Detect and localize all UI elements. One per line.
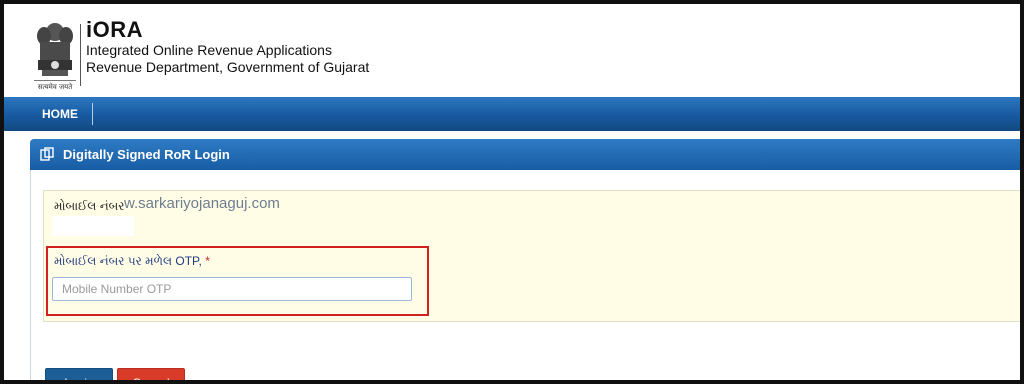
login-form: મોબાઈલ નંબર w.sarkariyojanaguj.com મોબાઈ… (43, 190, 1020, 322)
panel-body: મોબાઈલ નંબર w.sarkariyojanaguj.com મોબાઈ… (30, 170, 1020, 380)
emblem-caption: सत्यमेव जयते (38, 82, 73, 91)
panel-title: Digitally Signed RoR Login (63, 147, 230, 162)
otp-label: મોબાઈલ નંબર પર મળેલ OTP, * (54, 254, 210, 268)
otp-input[interactable] (52, 277, 412, 301)
mobile-number-value (52, 216, 134, 236)
panel-header: Digitally Signed RoR Login (30, 139, 1020, 170)
otp-field-group: મોબાઈલ નંબર પર મળેલ OTP, * (46, 246, 429, 316)
nav-item-home[interactable]: HOME (32, 97, 88, 131)
main-navbar: HOME (4, 97, 1020, 131)
site-header: सत्यमेव जयते iORA Integrated Online Reve… (4, 4, 1020, 96)
otp-label-text: મોબાઈલ નંબર પર મળેલ OTP (54, 254, 199, 268)
nav-separator (92, 103, 93, 125)
login-panel: Digitally Signed RoR Login મોબાઈલ નંબર w… (30, 139, 1020, 380)
state-emblem-icon: सत्यमेव जयते (30, 18, 80, 92)
page-frame: सत्यमेव जयते iORA Integrated Online Reve… (0, 0, 1024, 384)
app-subtitle-2: Revenue Department, Government of Gujara… (86, 59, 370, 75)
copy-icon (40, 147, 54, 161)
brand-block: iORA Integrated Online Revenue Applicati… (86, 18, 369, 76)
mobile-number-label: મોબાઈલ નંબર (54, 199, 125, 213)
header-divider (80, 24, 81, 86)
cancel-button[interactable]: Cancel (117, 368, 185, 380)
login-button[interactable]: Login (45, 368, 113, 380)
app-subtitle-1: Integrated Online Revenue Applications (86, 42, 332, 58)
watermark-text: w.sarkariyojanaguj.com (124, 195, 280, 212)
app-title: iORA (86, 17, 143, 42)
required-mark: * (205, 254, 210, 268)
mobile-number-row: મોબાઈલ નંબર (54, 199, 125, 214)
